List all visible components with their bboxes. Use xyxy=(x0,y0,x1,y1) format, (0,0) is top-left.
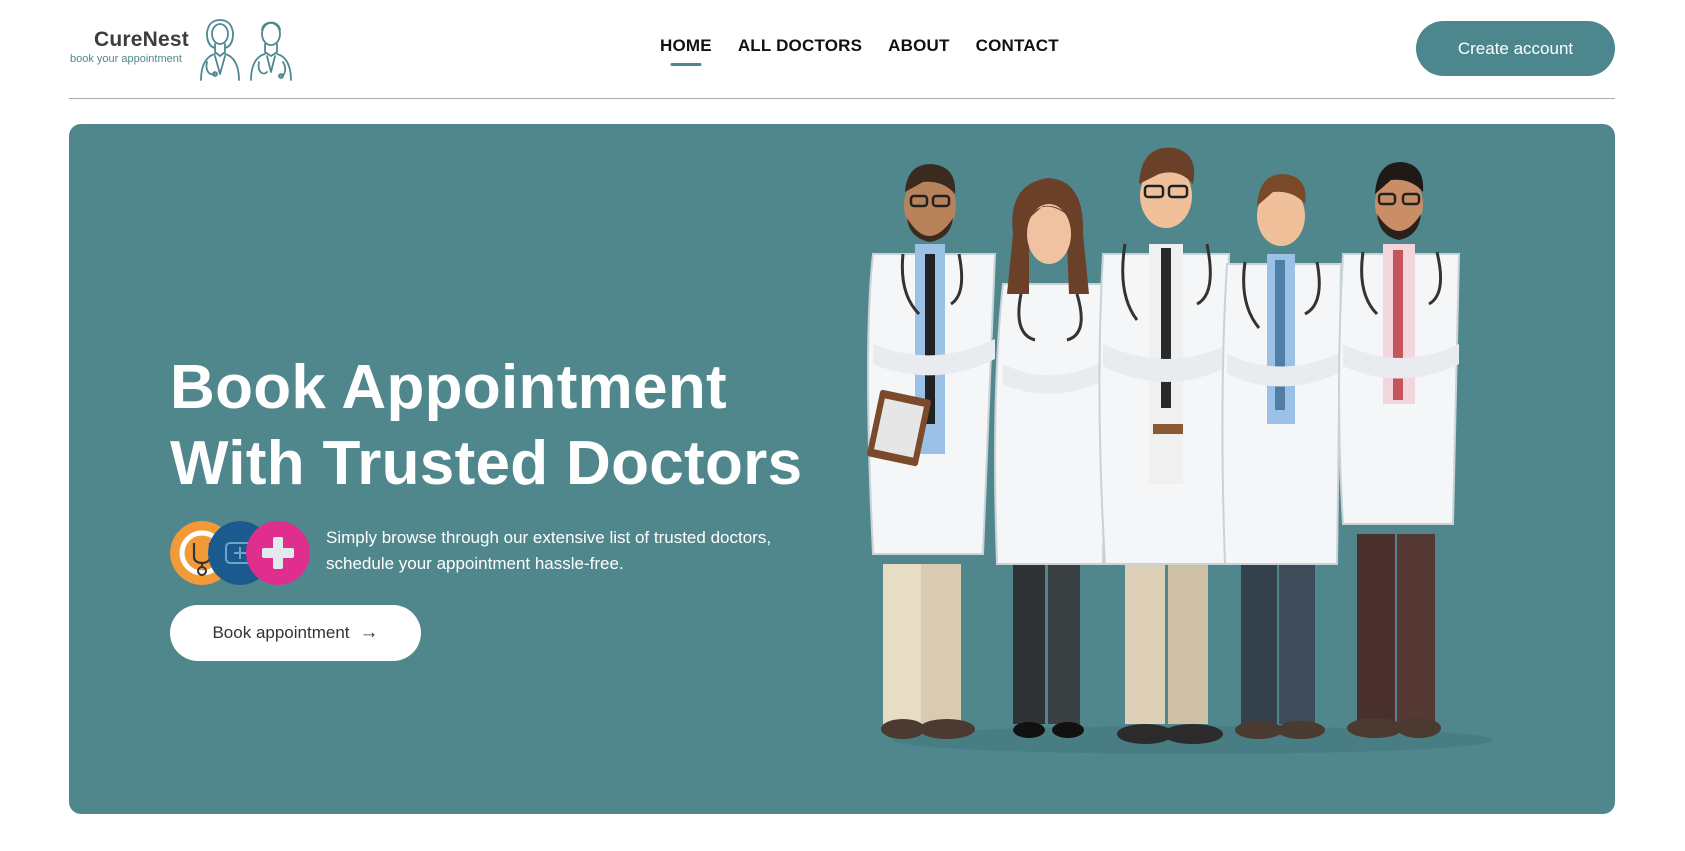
doctors-logo-icon xyxy=(200,19,292,81)
doctor-figure-5 xyxy=(1338,162,1461,738)
doctor-figure-2 xyxy=(994,178,1109,738)
book-appointment-label: Book appointment xyxy=(212,623,350,642)
brand-logo[interactable]: CureNest book your appointment xyxy=(69,16,299,82)
group-of-doctors-illustration xyxy=(867,147,1493,754)
main-nav: HOME ALL DOCTORS ABOUT CONTACT xyxy=(660,36,1059,56)
medical-plus-icon xyxy=(246,521,310,585)
doctor-figure-4 xyxy=(1221,174,1343,739)
doctor-figure-1 xyxy=(867,164,997,739)
brand-name: CureNest xyxy=(94,28,189,51)
hero-title: Book Appointment With Trusted Doctors xyxy=(170,350,802,502)
nav-home[interactable]: HOME xyxy=(660,36,712,56)
hero-subtitle-line2: schedule your appointment hassle-free. xyxy=(326,554,624,573)
site-header: CureNest book your appointment HOME ALL … xyxy=(69,0,1615,99)
hero-subtitle: Simply browse through our extensive list… xyxy=(326,525,826,577)
hero-title-line2: With Trusted Doctors xyxy=(170,429,803,498)
hero-banner: Book Appointment With Trusted Doctors Si… xyxy=(69,124,1615,814)
book-appointment-button[interactable]: Book appointment → xyxy=(170,605,421,661)
hero-subtitle-line1: Simply browse through our extensive list… xyxy=(326,528,772,547)
hero-title-line1: Book Appointment xyxy=(170,353,727,422)
create-account-button[interactable]: Create account xyxy=(1416,21,1615,76)
header-divider xyxy=(69,98,1615,99)
nav-about[interactable]: ABOUT xyxy=(888,36,949,56)
feature-badges xyxy=(170,521,310,585)
doctor-figure-3 xyxy=(1098,147,1231,744)
arrow-right-icon: → xyxy=(359,622,379,643)
nav-contact[interactable]: CONTACT xyxy=(976,36,1059,56)
nav-all-doctors[interactable]: ALL DOCTORS xyxy=(738,36,862,56)
brand-tagline: book your appointment xyxy=(70,53,182,65)
